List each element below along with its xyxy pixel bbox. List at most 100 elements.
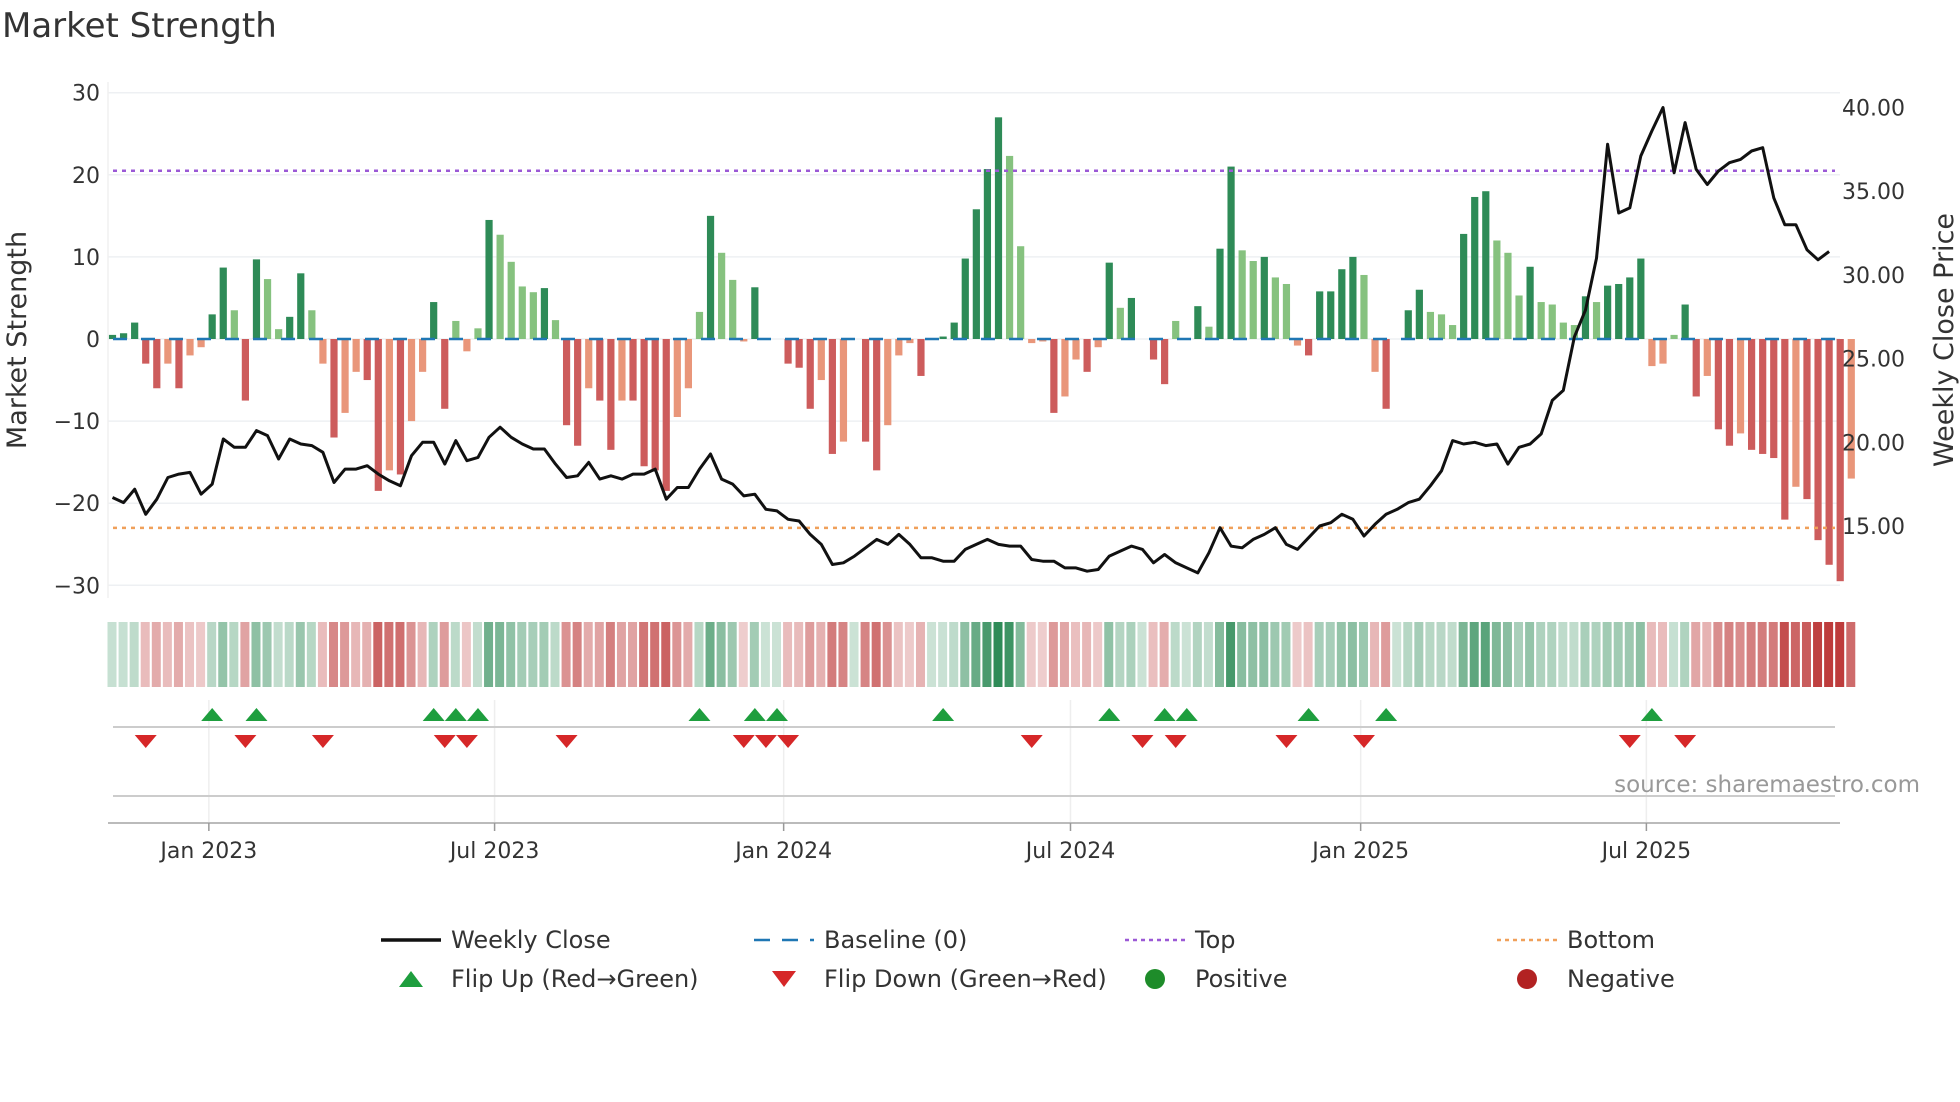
flip-down-marker: [1618, 735, 1641, 748]
positive-bar: [263, 279, 272, 339]
heatmap-cell: [760, 622, 770, 687]
flip-down-marker: [1164, 735, 1187, 748]
negative-bar: [1061, 339, 1069, 397]
negative-bar: [607, 339, 615, 450]
heatmap-cell: [1624, 622, 1634, 687]
legend-circle-icon: [1517, 969, 1537, 989]
heatmap-cell: [650, 622, 660, 687]
positive-bar: [131, 322, 139, 339]
positive-bar: [1482, 191, 1490, 339]
heatmap-cell: [915, 622, 925, 687]
flip-up-marker: [688, 708, 711, 721]
strength-heatmap-strip: [107, 622, 1856, 687]
heatmap-cell: [362, 622, 372, 687]
negative-bar: [873, 339, 881, 471]
heatmap-cell: [428, 622, 438, 687]
heatmap-cell: [605, 622, 615, 687]
negative-bar: [1770, 339, 1778, 459]
heatmap-cell: [694, 622, 704, 687]
heatmap-cell: [1082, 622, 1092, 687]
positive-bar: [1116, 307, 1124, 339]
heatmap-cell: [738, 622, 748, 687]
heatmap-cell: [927, 622, 937, 687]
positive-bar: [275, 329, 283, 339]
heatmap-cell: [583, 622, 593, 687]
positive-bar: [1448, 325, 1457, 339]
heatmap-cell: [838, 622, 848, 687]
heatmap-cell: [1514, 622, 1524, 687]
heatmap-cell: [1170, 622, 1180, 687]
flip-down-marker: [555, 735, 578, 748]
negative-bar: [241, 339, 249, 401]
positive-bar: [1681, 304, 1689, 339]
grid: [108, 91, 1840, 823]
heatmap-cell: [594, 622, 604, 687]
heatmap-cell: [616, 622, 626, 687]
legend: Weekly Close Baseline (0) Top Bottom Flip Up…: [381, 926, 1675, 993]
negative-bar: [1028, 339, 1036, 344]
heatmap-cell: [472, 622, 482, 687]
positive-bar: [1426, 311, 1435, 339]
negative-bar: [1781, 339, 1789, 520]
positive-bar: [1460, 233, 1468, 339]
negative-bar: [441, 339, 449, 409]
heatmap-cell: [207, 622, 217, 687]
heatmap-cell: [993, 622, 1003, 687]
heatmap-cell: [749, 622, 759, 687]
negative-bar: [396, 339, 405, 475]
negative-bar: [1659, 339, 1667, 364]
heatmap-cell: [1226, 622, 1236, 687]
heatmap-cell: [329, 622, 338, 687]
heatmap-cell: [151, 622, 161, 687]
heatmap-cell: [450, 622, 460, 687]
negative-bar: [1703, 339, 1711, 376]
positive-bar: [983, 169, 992, 339]
legend-label: Flip Up (Red→Green): [451, 965, 699, 993]
heatmap-cell: [1336, 622, 1346, 687]
legend-item: Positive: [1145, 965, 1288, 993]
positive-bar: [1005, 155, 1014, 339]
positive-bar: [518, 286, 526, 339]
flip-up-marker: [932, 708, 955, 721]
y-tick-label: 20: [72, 164, 100, 189]
negative-bar: [574, 339, 582, 446]
negative-bar: [1072, 339, 1080, 360]
x-tick-label: Jan 2023: [158, 839, 257, 864]
heatmap-cell: [1115, 622, 1125, 687]
heatmap-cell: [1646, 622, 1656, 687]
heatmap-cell: [506, 622, 516, 687]
negative-bar: [684, 339, 692, 389]
positive-bar: [1504, 252, 1512, 339]
y2-tick-label: 40.00: [1842, 97, 1905, 122]
y-tick-label: −30: [54, 574, 100, 599]
legend-label: Bottom: [1567, 926, 1655, 954]
negative-bar: [817, 339, 825, 381]
negative-bar: [1792, 339, 1800, 487]
positive-bar: [994, 117, 1003, 339]
heatmap-cell: [772, 622, 781, 687]
positive-bar: [1526, 266, 1534, 339]
heatmap-cell: [1813, 622, 1823, 687]
heatmap-cell: [1846, 622, 1856, 687]
heatmap-cell: [1580, 622, 1590, 687]
heatmap-cell: [284, 622, 294, 687]
legend-label: Baseline (0): [824, 926, 967, 954]
positive-bar: [1515, 295, 1523, 339]
flip-down-marker: [134, 735, 157, 748]
positive-bar: [1105, 262, 1113, 339]
positive-bar: [1238, 250, 1246, 339]
positive-bar: [1604, 285, 1612, 339]
negative-bar: [795, 339, 803, 368]
heatmap-cell: [107, 622, 117, 687]
negative-bar: [1836, 339, 1844, 582]
heatmap-cell: [1702, 622, 1712, 687]
x-tick-label: Jan 2025: [1310, 839, 1409, 864]
positive-bar: [972, 209, 980, 339]
positive-bar: [496, 234, 504, 339]
positive-bar: [1260, 256, 1268, 339]
flip-up-marker: [743, 708, 766, 721]
heatmap-cell: [1259, 622, 1269, 687]
positive-bar: [751, 287, 759, 339]
heatmap-cell: [1436, 622, 1446, 687]
positive-bar: [1360, 274, 1368, 339]
